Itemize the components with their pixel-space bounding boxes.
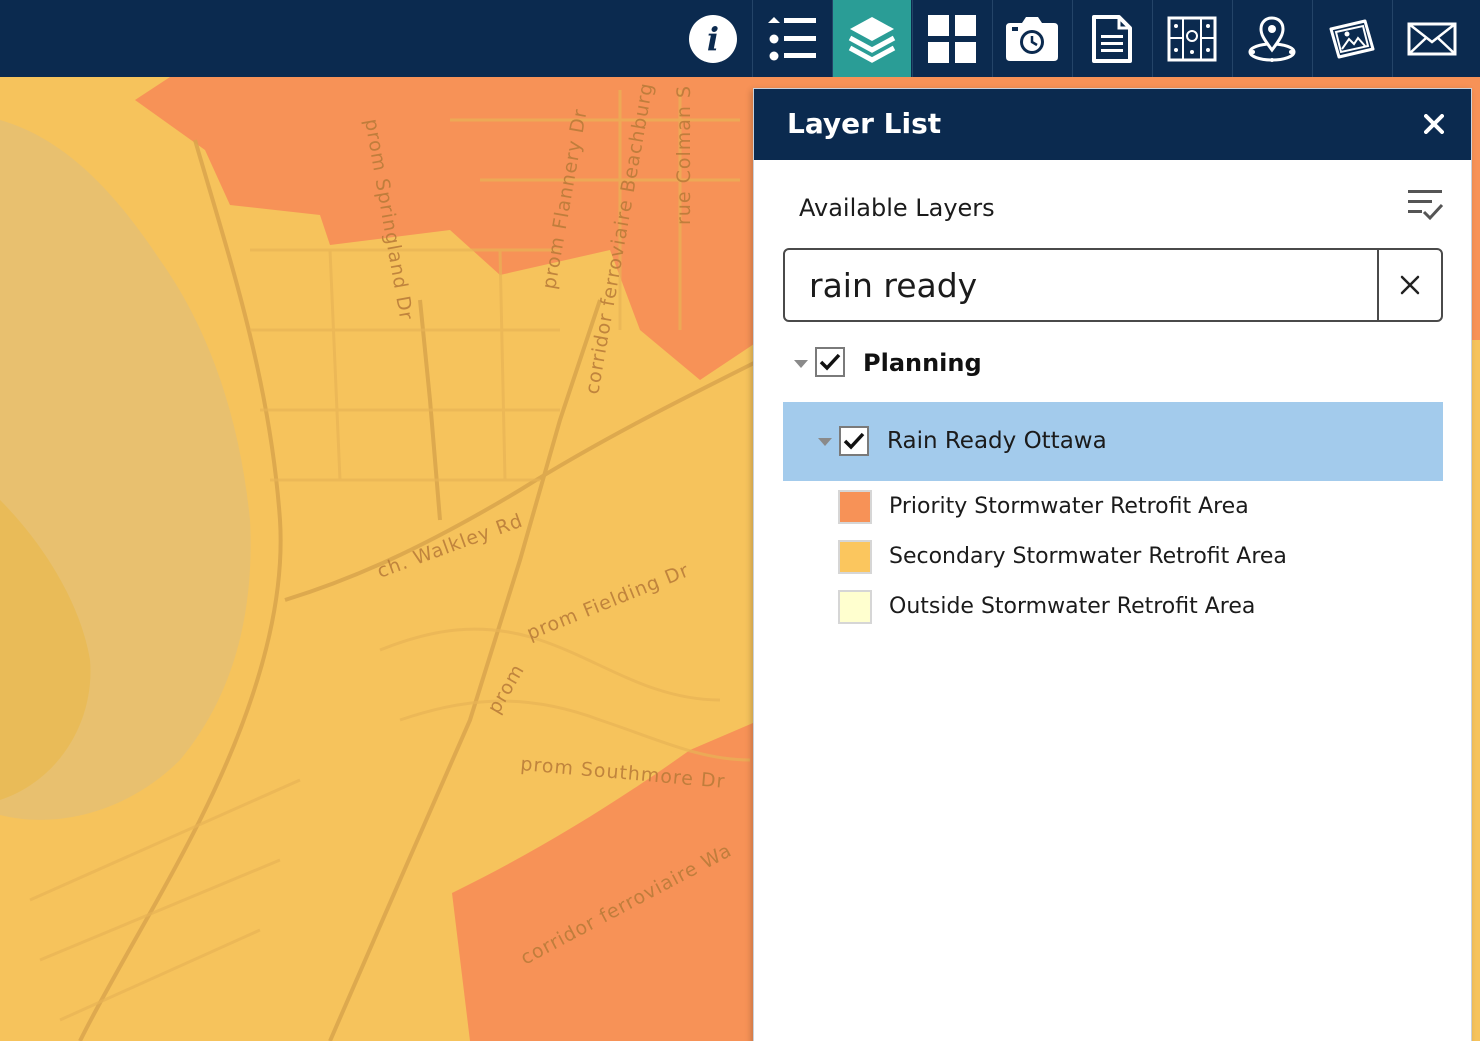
top-toolbar: i [0, 0, 1480, 77]
available-layers-label: Available Layers [799, 194, 995, 222]
close-icon [1424, 114, 1444, 134]
location-button[interactable] [1232, 0, 1311, 77]
group-label: Planning [863, 349, 982, 377]
clear-search-button[interactable] [1377, 250, 1441, 320]
layers-icon [848, 16, 896, 63]
panel-title: Layer List [787, 107, 942, 140]
filter-list-icon [1408, 190, 1444, 221]
legend-list-icon [768, 16, 816, 60]
layer-search-box [783, 248, 1443, 322]
legend-swatch-outside [838, 590, 872, 624]
legend-button[interactable] [752, 0, 831, 77]
legend-label: Priority Stormwater Retrofit Area [889, 494, 1249, 519]
email-button[interactable] [1392, 0, 1471, 77]
document-icon [1092, 14, 1132, 63]
layer-row-rain-ready-ottawa[interactable]: Rain Ready Ottawa [783, 402, 1443, 481]
snapshot-button[interactable] [992, 0, 1071, 77]
layer-expand-caret[interactable] [818, 438, 832, 446]
gallery-button[interactable] [1312, 0, 1391, 77]
floor-plan-icon [1167, 16, 1217, 61]
layer-search-input[interactable] [785, 250, 1377, 320]
document-button[interactable] [1072, 0, 1151, 77]
group-checkbox[interactable] [815, 347, 845, 377]
legend-label: Outside Stormwater Retrofit Area [889, 594, 1256, 619]
group-expand-caret[interactable] [794, 360, 808, 368]
app-root: prom Springland Dr prom Flannery Dr corr… [0, 0, 1480, 1041]
info-icon: i [688, 14, 737, 63]
photo-gallery-icon [1329, 19, 1375, 58]
close-panel-button[interactable] [1417, 107, 1451, 141]
info-button[interactable]: i [673, 0, 752, 77]
legend-swatch-priority [838, 490, 872, 524]
filter-button[interactable] [1406, 185, 1444, 223]
layer-list-panel: Layer List Available Layers rain ready P… [753, 88, 1472, 1041]
location-pin-icon [1248, 15, 1296, 62]
panel-header: Layer List [754, 89, 1471, 160]
basemap-grid-icon [928, 14, 976, 63]
layers-button[interactable] [832, 0, 911, 77]
layer-label: Rain Ready Ottawa [887, 428, 1107, 454]
layer-checkbox[interactable] [839, 426, 869, 456]
svg-text:i: i [706, 20, 718, 58]
legend-label: Secondary Stormwater Retrofit Area [889, 544, 1287, 569]
legend-swatch-secondary [838, 540, 872, 574]
floor-plan-button[interactable] [1152, 0, 1231, 77]
close-icon [1400, 275, 1420, 295]
checkmark-icon [843, 432, 865, 450]
checkmark-icon [819, 353, 841, 371]
basemap-button[interactable] [912, 0, 991, 77]
timed-camera-icon [1006, 16, 1058, 61]
road-label: rue Colman S [673, 85, 695, 225]
email-icon [1407, 22, 1457, 55]
